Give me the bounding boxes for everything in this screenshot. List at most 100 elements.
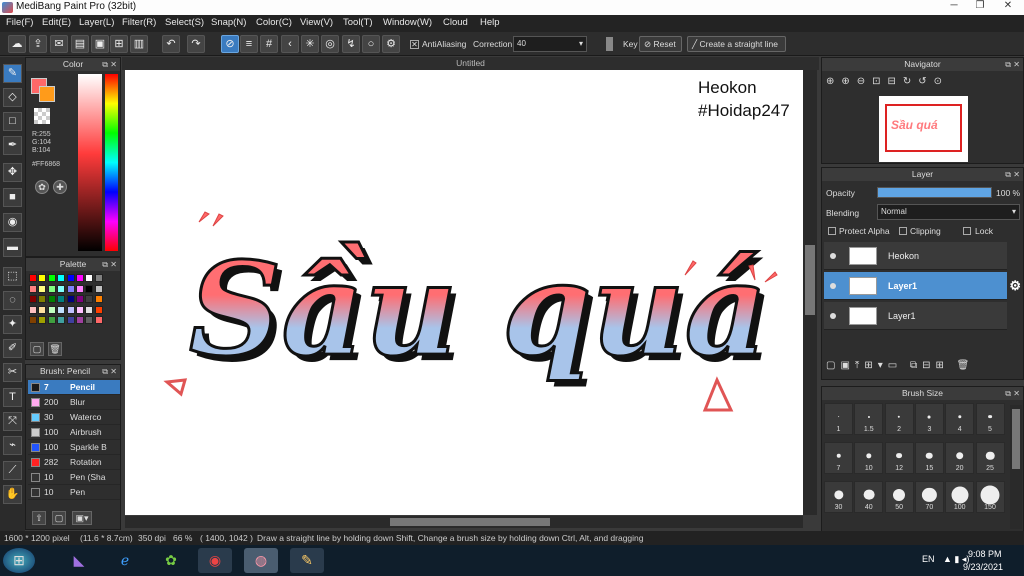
palette-swatch[interactable] (47, 284, 56, 293)
undo-icon[interactable]: ↶ (162, 35, 180, 53)
share-icon[interactable]: ⇪ (29, 35, 47, 53)
divide-tool-icon[interactable]: ⟋ (3, 461, 22, 480)
brush-size-cell[interactable]: 50 (884, 481, 914, 513)
brush-size-cell[interactable]: 25 (975, 442, 1005, 474)
fill-shape-icon[interactable]: ■ (3, 188, 22, 207)
hand-tool-icon[interactable]: ✋ (3, 485, 22, 504)
move-tool-icon[interactable]: ✥ (3, 163, 22, 182)
brush-size-cell[interactable]: 12 (884, 442, 914, 474)
brush-cloud-icon[interactable]: ⇧ (32, 511, 46, 525)
menu-view[interactable]: View(V) (300, 17, 333, 28)
correction-select[interactable]: 40 ▾ (513, 36, 587, 52)
brush-size-cell[interactable]: 10 (854, 442, 884, 474)
palette-swatch[interactable] (29, 284, 37, 293)
palette-swatch[interactable] (38, 284, 47, 293)
menu-help[interactable]: Help (480, 17, 500, 28)
palette-swatch[interactable] (94, 284, 103, 293)
lock-checkbox[interactable] (963, 227, 971, 235)
comment-icon[interactable]: ✉ (50, 35, 68, 53)
palette-add-icon[interactable]: ▢ (30, 342, 44, 356)
palette-swatch[interactable] (85, 274, 94, 282)
brush-size-cell[interactable]: 4 (945, 403, 975, 435)
shape-tool-icon[interactable]: □ (3, 112, 22, 131)
brush-size-cell[interactable]: 20 (945, 442, 975, 474)
magic-wand-icon[interactable]: ✦ (3, 315, 22, 334)
text-tool-icon[interactable]: T (3, 388, 22, 407)
layer-row[interactable]: Layer1 (824, 302, 1007, 330)
palette-swatch[interactable] (85, 295, 94, 303)
color-add-icon[interactable]: ✚ (53, 180, 67, 194)
clipping-checkbox[interactable] (899, 227, 907, 235)
eyedropper-icon[interactable]: ⌁ (3, 436, 22, 455)
snap-settings-icon[interactable]: ⚙ (382, 35, 400, 53)
close-button[interactable]: ✕ (995, 0, 1021, 15)
operation-tool-icon[interactable]: ⤧ (3, 412, 22, 431)
palette-swatch[interactable] (57, 305, 66, 314)
slider-handle[interactable] (606, 37, 613, 51)
snap-vanish-icon[interactable]: ‹ (281, 35, 299, 53)
clock-time[interactable]: 9:08 PM (968, 549, 1002, 559)
bucket-tool-icon[interactable]: ◉ (3, 213, 22, 232)
brush-item[interactable]: 7 Pencil (28, 380, 120, 395)
palette-swatch[interactable] (57, 316, 66, 324)
document-tab[interactable]: Untitled (122, 57, 819, 70)
brush-size-cell[interactable]: 150 (975, 481, 1005, 513)
select-rect-icon[interactable]: ⬚ (3, 267, 22, 286)
brush-size-cell[interactable]: 3 (914, 403, 944, 435)
snap-parallel-icon[interactable]: ≡ (240, 35, 258, 53)
brush-size-cell[interactable]: 70 (914, 481, 944, 513)
palette-swatch[interactable] (29, 305, 37, 314)
snap-ellipse-icon[interactable]: ○ (362, 35, 380, 53)
visual-studio-icon[interactable]: ◣ (62, 548, 96, 573)
paint-icon[interactable]: ✎ (290, 548, 324, 573)
brightness-bar[interactable] (78, 74, 102, 251)
brush-item[interactable]: 282 Rotation (28, 455, 120, 470)
select-pen-icon[interactable]: ✐ (3, 339, 22, 358)
palette-swatch[interactable] (94, 274, 103, 282)
palette-swatch[interactable] (47, 305, 56, 314)
brush-size-cell[interactable]: 5 (975, 403, 1005, 435)
protect-alpha-checkbox[interactable] (828, 227, 836, 235)
palette-swatch[interactable] (57, 274, 66, 282)
grid-icon[interactable]: ⊞ (110, 35, 128, 53)
palette-swatch[interactable] (47, 295, 56, 303)
palette-swatch[interactable] (85, 284, 94, 293)
palette-swatch[interactable] (38, 274, 47, 282)
brush-item[interactable]: 100 Sparkle B (28, 440, 120, 455)
brush-add-icon[interactable]: ▣▾ (72, 511, 92, 525)
palette-swatch[interactable] (47, 316, 56, 324)
lasso-icon[interactable]: ◌ (3, 291, 22, 310)
vertical-scroll-thumb[interactable] (805, 245, 815, 315)
snap-curve-icon[interactable]: ↯ (342, 35, 360, 53)
snap-radial-icon[interactable]: ✳ (301, 35, 319, 53)
antialiasing-checkbox[interactable]: ✕ (410, 40, 419, 49)
brush-size-cell[interactable]: 1.5 (854, 403, 884, 435)
minimize-button[interactable]: ─ (941, 0, 967, 15)
brush-new-icon[interactable]: ▢ (52, 511, 66, 525)
layer-row[interactable]: Heokon (824, 242, 1007, 270)
transparent-swatch[interactable] (34, 108, 50, 124)
layer-row-selected[interactable]: Layer1 ⚙ (824, 272, 1021, 300)
dot-tool-icon[interactable]: ✒ (3, 136, 22, 155)
brush-item[interactable]: 200 Blur (28, 395, 120, 410)
palette-swatch[interactable] (85, 305, 94, 314)
layer-settings-icon[interactable]: ⚙ (1009, 278, 1021, 294)
palette-swatch[interactable] (38, 295, 47, 303)
palette-swatch[interactable] (29, 316, 37, 324)
hue-bar[interactable] (105, 74, 118, 251)
maximize-button[interactable]: ❐ (967, 0, 993, 15)
drawing-canvas[interactable]: Heokon #Hoidap247 Sầu quá Sầu quá (125, 70, 803, 515)
palette-swatch[interactable] (94, 316, 103, 324)
menu-window[interactable]: Window(W) (383, 17, 432, 28)
internet-explorer-icon[interactable]: ℯ (108, 548, 142, 573)
palette-swatch[interactable] (57, 295, 66, 303)
palette-swatch[interactable] (85, 316, 94, 324)
palette-swatch[interactable] (66, 305, 75, 314)
palette-swatch[interactable] (47, 274, 56, 282)
palette-swatch[interactable] (38, 305, 47, 314)
language-indicator[interactable]: EN (922, 554, 935, 564)
palette-swatch[interactable] (76, 316, 84, 324)
coccoc-icon[interactable]: ✿ (154, 548, 188, 573)
brush-item[interactable]: 30 Waterco (28, 410, 120, 425)
menu-snap[interactable]: Snap(N) (211, 17, 246, 28)
